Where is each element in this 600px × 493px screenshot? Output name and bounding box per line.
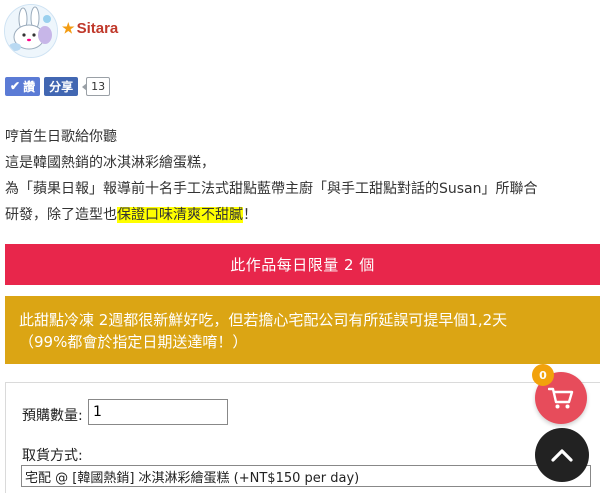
- product-description: 哼首生日歌給你聽 這是韓國熱銷的冰淇淋彩繪蛋糕， 為「蘋果日報」報導前十名手工法…: [5, 124, 600, 228]
- share-count-badge: 13: [82, 76, 111, 96]
- cart-count-badge: 0: [532, 364, 554, 386]
- thumbs-up-check-icon: ✔: [10, 79, 21, 93]
- like-label: 讚: [23, 79, 36, 94]
- store-name-link[interactable]: ★ Sitara: [62, 20, 118, 37]
- back-to-top-button[interactable]: [535, 428, 589, 482]
- share-label: 分享: [49, 79, 74, 94]
- description-line-1: 哼首生日歌給你聽: [5, 129, 117, 145]
- facebook-share-button[interactable]: 分享: [44, 76, 79, 96]
- shipping-notice-banner: 此甜點冷凍 2週都很新鮮好吃，但若擔心宅配公司有所延誤可提早個1,2天 （99%…: [5, 296, 600, 364]
- shopping-cart-icon: [548, 387, 574, 409]
- description-line-4: 研發，除了造型也保證口味清爽不甜膩！: [5, 202, 600, 228]
- store-name-text: Sitara: [76, 20, 119, 37]
- description-line-4-start: 研發，除了造型也: [5, 207, 117, 223]
- bunny-avatar-image: [5, 5, 57, 57]
- quantity-input[interactable]: [88, 399, 228, 425]
- order-form: 預購數量: 取貨方式: 宅配 @ [韓國熱銷] 冰淇淋彩繪蛋糕 (+NT$150…: [5, 382, 600, 493]
- social-bar: ✔ 讚 分享 13: [5, 76, 111, 96]
- description-line-4-end: ！: [243, 207, 257, 223]
- pickup-method-select[interactable]: 宅配 @ [韓國熱銷] 冰淇淋彩繪蛋糕 (+NT$150 per day): [21, 465, 591, 487]
- daily-limit-banner: 此作品每日限量 2 個: [5, 244, 600, 285]
- description-line-2: 這是韓國熱銷的冰淇淋彩繪蛋糕，: [5, 155, 215, 171]
- chevron-up-icon: [551, 449, 573, 462]
- star-icon: ★: [62, 20, 75, 36]
- description-line-3: 為「蘋果日報」報導前十名手工法式甜點藍帶主廚「與手工甜點對話的Susan」所聯合: [5, 181, 538, 197]
- quantity-label: 預購數量:: [22, 408, 83, 424]
- store-avatar[interactable]: [4, 4, 58, 58]
- highlighted-text: 保證口味清爽不甜膩: [117, 207, 243, 223]
- shipping-notice-line-2: （99%都會於指定日期送達唷！）: [19, 333, 248, 351]
- facebook-like-button[interactable]: ✔ 讚: [5, 76, 41, 96]
- pickup-method-label: 取貨方式:: [22, 448, 83, 464]
- shipping-notice-line-1: 此甜點冷凍 2週都很新鮮好吃，但若擔心宅配公司有所延誤可提早個1,2天: [19, 311, 508, 329]
